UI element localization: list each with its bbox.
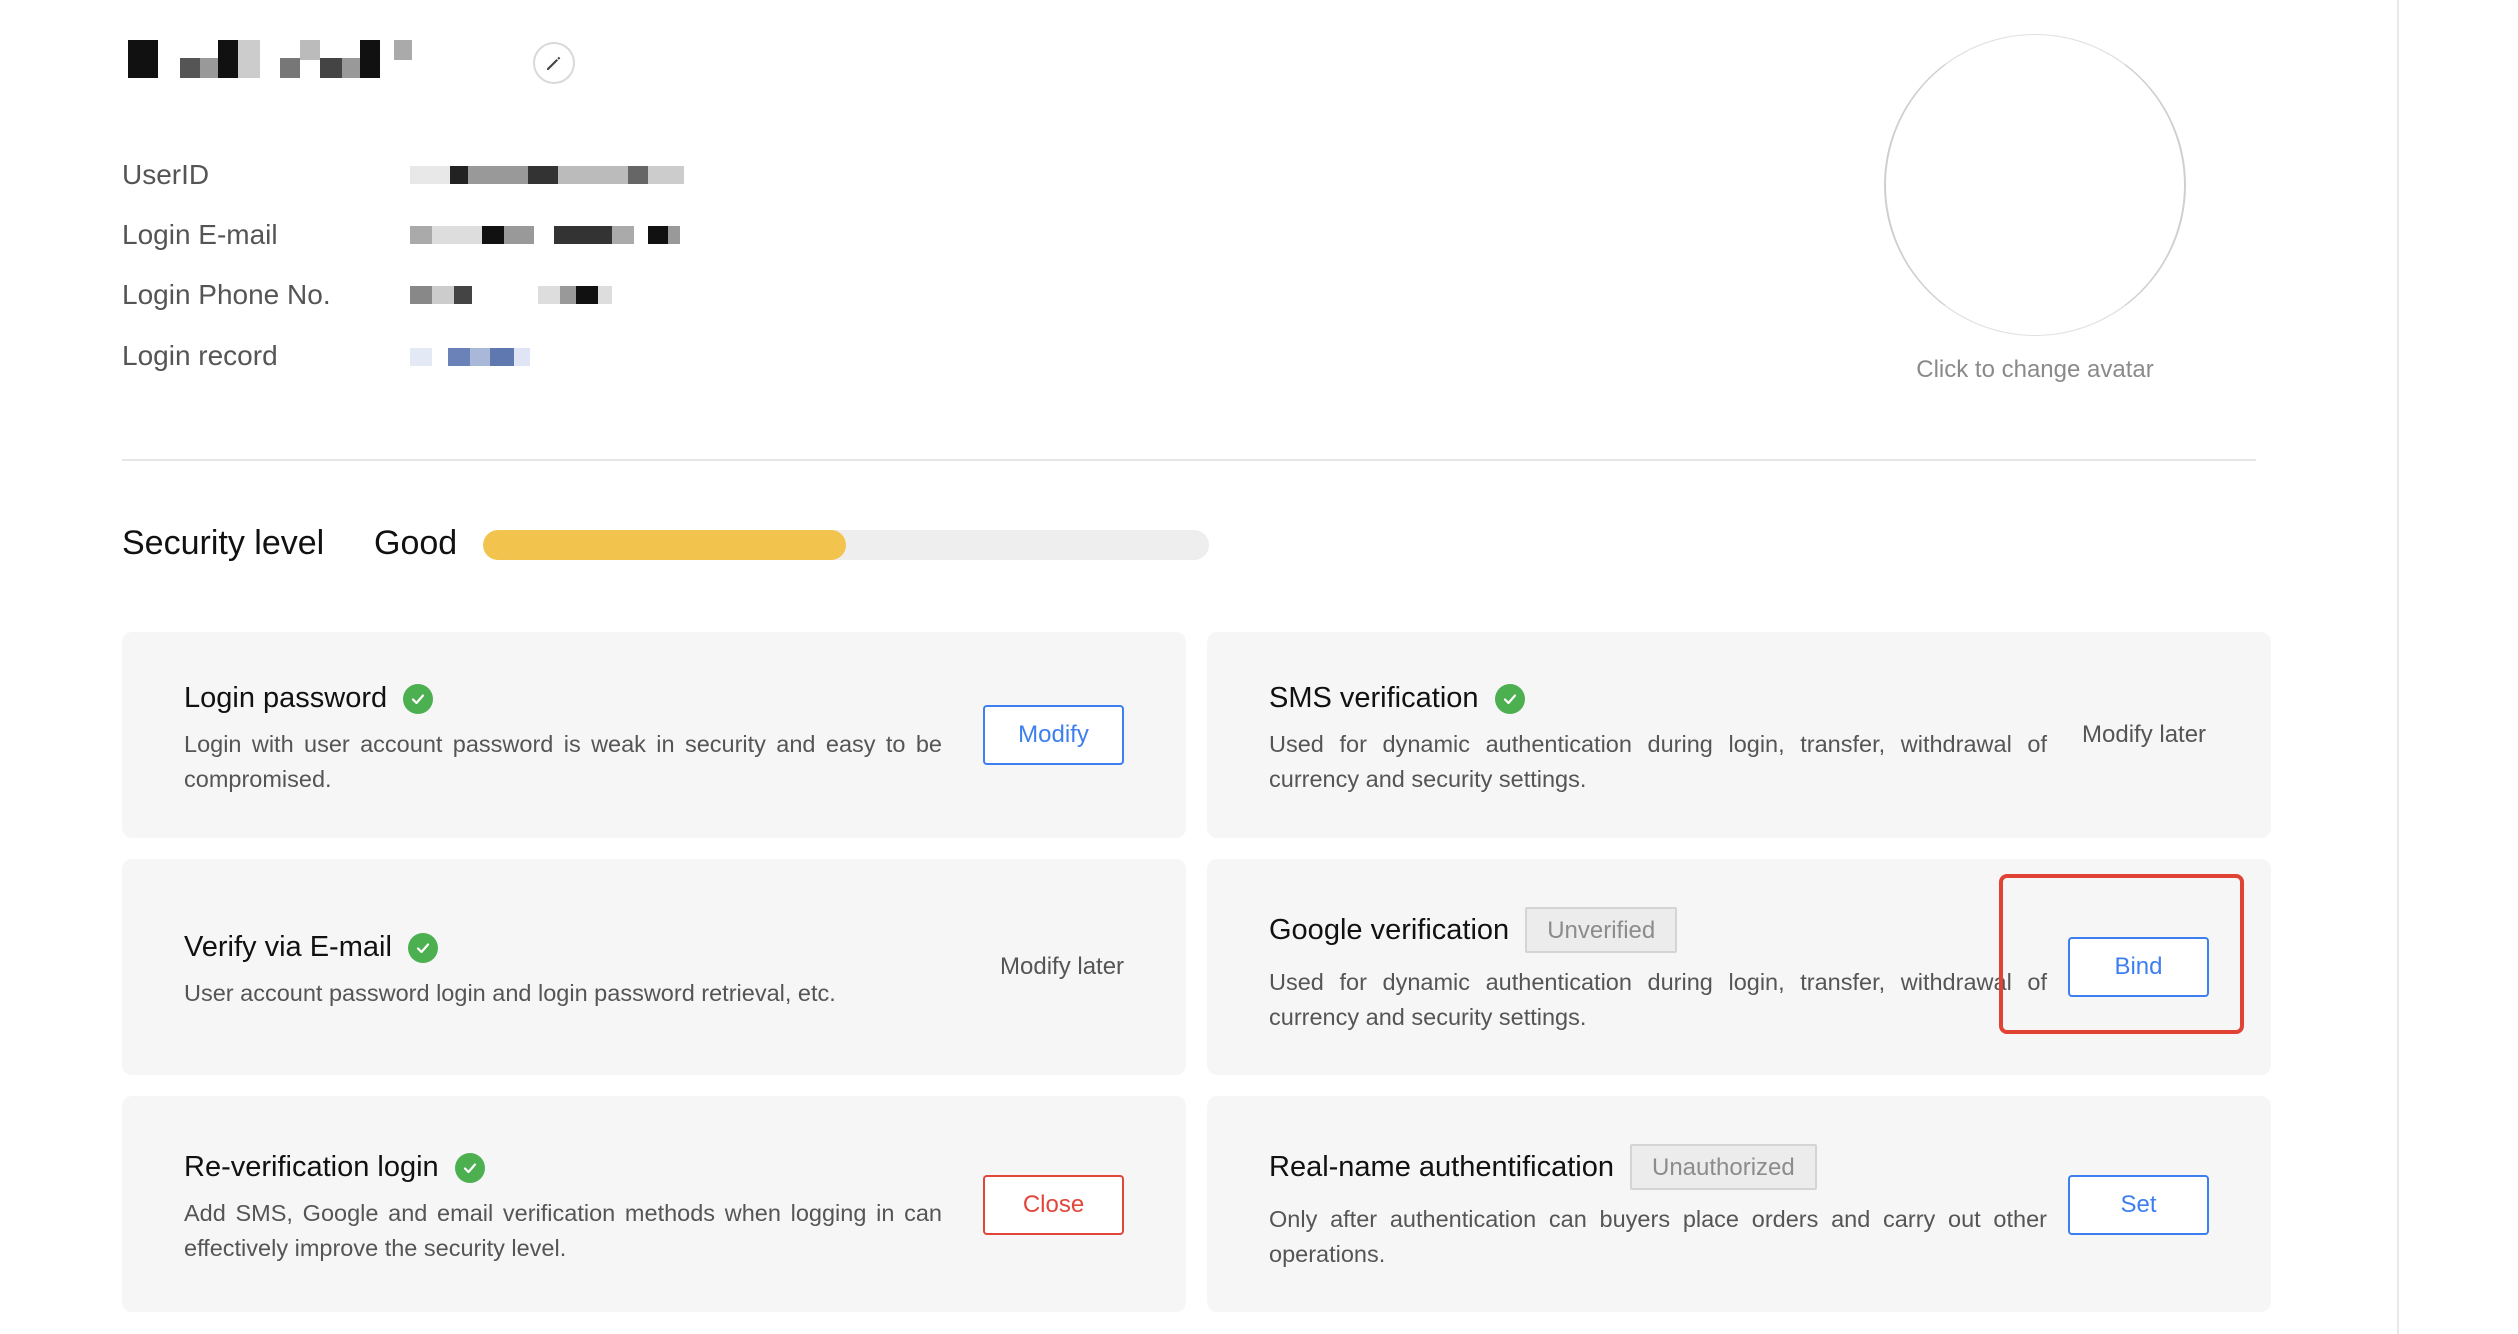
login-record-link-redacted[interactable] <box>410 344 530 370</box>
realname-authentication-title: Real-name authentification <box>1269 1150 1614 1183</box>
set-realname-button[interactable]: Set <box>2068 1175 2209 1235</box>
login-record-label: Login record <box>122 340 278 371</box>
security-level-value: Good <box>374 524 458 562</box>
reverification-title-row: Re-verification login <box>184 1151 485 1184</box>
card-login-password: Login password Login with user account p… <box>122 632 1186 838</box>
unauthorized-badge: Unauthorized <box>1629 1144 1817 1190</box>
reverification-login-desc: Add SMS, Google and email verification m… <box>184 1200 942 1261</box>
google-verification-title: Google verification <box>1269 913 1510 946</box>
email-title-row: Verify via E-mail <box>184 931 438 964</box>
reverification-login-title: Re-verification login <box>184 1151 439 1183</box>
check-circle-icon <box>403 683 434 714</box>
google-verification-desc: Used for dynamic authentication during l… <box>1269 969 2047 1030</box>
bind-highlight-box <box>1999 874 2244 1034</box>
avatar[interactable] <box>1884 34 2186 336</box>
modify-login-password-button[interactable]: Modify <box>983 705 1124 765</box>
section-divider <box>122 459 2256 461</box>
login-password-title: Login password <box>184 682 388 714</box>
login-phone-value-redacted <box>410 282 612 308</box>
sms-modify-later-link[interactable]: Modify later <box>2082 721 2206 749</box>
edit-username-button[interactable] <box>533 42 575 84</box>
card-realname-authentication: Real-name authentification Unauthorized … <box>1207 1096 2271 1312</box>
email-modify-later-link[interactable]: Modify later <box>1000 953 1124 981</box>
security-level-progress <box>483 530 1209 560</box>
sms-title-row: SMS verification <box>1269 682 1525 715</box>
realname-title-row: Real-name authentification Unauthorized <box>1269 1144 1817 1190</box>
username-redacted <box>128 36 412 82</box>
card-email-verification: Verify via E-mail User account password … <box>122 859 1186 1075</box>
security-level-title: Security level <box>122 524 325 562</box>
login-phone-label: Login Phone No. <box>122 279 331 310</box>
login-email-label: Login E-mail <box>122 219 278 250</box>
page-right-border <box>2397 0 2399 1334</box>
login-password-title-row: Login password <box>184 682 434 715</box>
userid-label: UserID <box>122 159 210 190</box>
google-title-row: Google verification Unverified <box>1269 907 1678 953</box>
userid-value-redacted <box>410 162 684 188</box>
unverified-badge: Unverified <box>1525 907 1678 953</box>
card-sms-verification: SMS verification Used for dynamic authen… <box>1207 632 2271 838</box>
realname-authentication-desc: Only after authentication can buyers pla… <box>1269 1206 2047 1267</box>
check-circle-icon <box>1494 683 1525 714</box>
check-circle-icon <box>454 1152 485 1183</box>
sms-verification-desc: Used for dynamic authentication during l… <box>1269 731 2047 792</box>
pencil-icon <box>547 56 561 70</box>
email-verification-title: Verify via E-mail <box>184 931 392 963</box>
close-reverification-button[interactable]: Close <box>983 1175 1124 1235</box>
login-email-value-redacted <box>410 222 680 248</box>
check-circle-icon <box>407 932 438 963</box>
login-password-desc: Login with user account password is weak… <box>184 731 942 792</box>
security-level-progress-fill <box>483 530 846 560</box>
sms-verification-title: SMS verification <box>1269 682 1479 714</box>
email-verification-desc: User account password login and login pa… <box>184 980 836 1006</box>
change-avatar-caption[interactable]: Click to change avatar <box>1884 356 2186 384</box>
card-reverification-login: Re-verification login Add SMS, Google an… <box>122 1096 1186 1312</box>
